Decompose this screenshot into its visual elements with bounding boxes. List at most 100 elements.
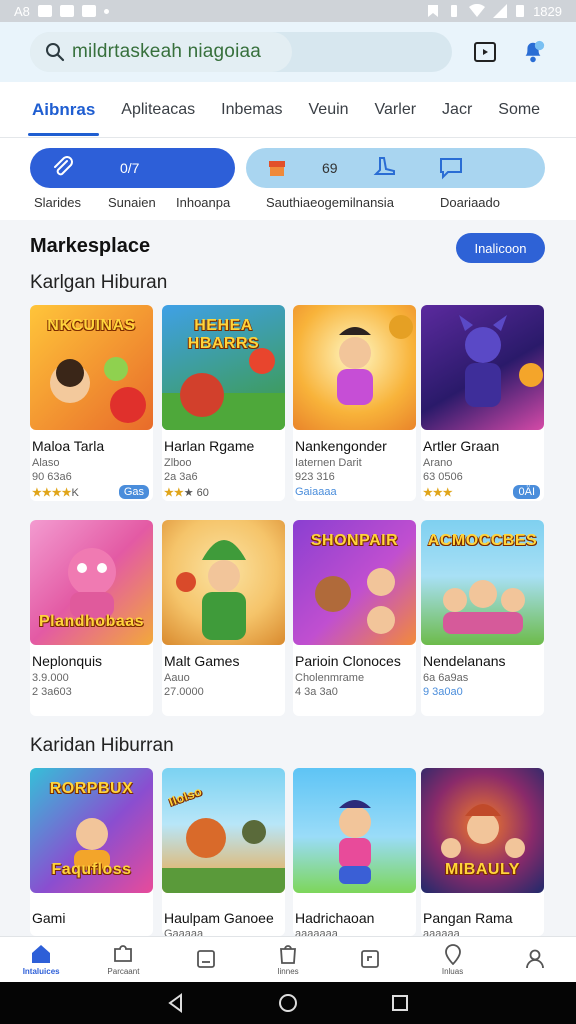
game-artwork: HEHEA HBARRS [162, 305, 285, 430]
game-artwork: Plandhobaas [30, 520, 153, 645]
game-card[interactable]: Ilolso Haulpam Ganoee Gaaaaa [162, 768, 285, 940]
filter-count: 0/7 [120, 160, 140, 176]
profile-icon [525, 949, 544, 968]
art-title: Plandhobaas [38, 613, 145, 630]
pin-icon [444, 944, 461, 965]
art-title: HEHEA HBARRS [187, 317, 260, 352]
filter-count-secondary: 69 [322, 160, 338, 176]
game-artwork: RORPBUX Faqufloss [30, 768, 153, 893]
game-card[interactable]: Nankengonder Iaternen Darit 923 316 Gaia… [293, 305, 416, 501]
game-name: Parioin Clonoces [295, 653, 401, 669]
home-circle-icon[interactable] [277, 992, 299, 1014]
category-tabs: Aibnras Apliteacas Inbemas Veuin Varler … [0, 82, 576, 138]
game-extra: Gaiaaaa [295, 486, 337, 498]
game-card[interactable]: Malt Games Aauo 27.0000 [162, 520, 285, 716]
nav-label: Inluas [441, 967, 464, 976]
status-text: A8 [14, 3, 30, 19]
game-meta: 6a 6a9as [423, 672, 469, 684]
game-artwork: SHONPAIR [293, 520, 416, 645]
filter-pill-primary[interactable]: 0/7 [30, 148, 235, 188]
nav-profile[interactable] [494, 937, 576, 982]
recents-icon[interactable] [390, 993, 410, 1013]
game-card[interactable]: MIBAULY Pangan Rama aaaaaa [421, 768, 544, 940]
filter-pill-secondary[interactable]: 69 [246, 148, 545, 188]
game-card[interactable]: ACMOCCBES Nendelanans 6a 6a9as 9 3a0a0 [421, 520, 544, 716]
note-icon [196, 949, 215, 968]
game-rating: ★★★ 60 [164, 487, 209, 499]
status-left: A8 [14, 4, 109, 19]
nav-location[interactable]: Inluas [411, 937, 493, 982]
search-input[interactable]: mildrtaskeah niagoiaa [72, 41, 261, 63]
game-meta: 3.9.000 [32, 672, 69, 684]
game-card[interactable]: HEHEA HBARRS Harlan Rgame Zlboo 2a 3a6 ★… [162, 305, 285, 501]
game-stat: 90 63a6 [32, 471, 72, 483]
price-badge[interactable]: Gas [118, 485, 149, 499]
status-right: 1829 [427, 4, 562, 19]
filter-bar: 0/7 69 Slarides Sunaien Inhoanpa Sauthia… [0, 138, 576, 220]
nav-label: Intaluices [22, 967, 60, 976]
game-card[interactable]: Plandhobaas Neplonquis 3.9.000 2 3a603 [30, 520, 153, 716]
home-icon [32, 945, 51, 963]
nav-square[interactable] [329, 937, 411, 982]
filter-label-2[interactable]: Sunaien [108, 195, 156, 210]
game-artwork [421, 305, 544, 430]
gallery-icon [37, 5, 52, 17]
bottom-nav: Intaluices Parcaant Iinnes Inluas [0, 936, 576, 982]
game-name: Maloa Tarla [32, 438, 105, 454]
tab-varler[interactable]: Varler [375, 82, 417, 138]
game-name: Pangan Rama [423, 910, 513, 926]
notification-icon [59, 5, 74, 17]
nav-note[interactable] [165, 937, 247, 982]
tab-some[interactable]: Some [498, 82, 540, 138]
game-meta: Zlboo [164, 457, 192, 469]
marketplace-button[interactable]: Inalicoon [456, 233, 545, 263]
bag-icon [280, 945, 296, 964]
tab-aibnras[interactable]: Aibnras [27, 82, 100, 138]
filter-label-5[interactable]: Doariaado [440, 195, 500, 210]
game-name: Malt Games [164, 653, 240, 669]
search-icon [46, 43, 65, 62]
game-card[interactable]: SHONPAIR Parioin Clonoces Cholenmrame 4 … [293, 520, 416, 716]
game-stat: 9 3a0a0 [423, 686, 463, 698]
wifi-icon [469, 4, 486, 17]
game-name: Nankengonder [295, 438, 387, 454]
square-icon [361, 949, 380, 968]
game-card[interactable]: RORPBUX Faqufloss Gami [30, 768, 153, 936]
filter-label-3[interactable]: Inhoanpa [176, 195, 230, 210]
game-name: Artler Graan [423, 438, 500, 454]
nav-label: Iinnes [277, 967, 299, 976]
search-bar[interactable]: mildrtaskeah niagoiaa [30, 32, 452, 72]
game-artwork: Ilolso [162, 768, 285, 893]
signal-icon [493, 4, 508, 18]
game-artwork [293, 768, 416, 893]
nav-bag[interactable]: Iinnes [247, 937, 329, 982]
price-badge[interactable]: 0ÄI [513, 485, 540, 499]
boot-icon [373, 157, 395, 175]
search-input-wrap[interactable]: mildrtaskeah niagoiaa [30, 32, 292, 72]
game-name: Nendelanans [423, 653, 506, 669]
nav-puzzle[interactable]: Parcaant [82, 937, 164, 982]
game-card[interactable]: Hadrichaoan aaaaaaa [293, 768, 416, 940]
game-artwork [293, 305, 416, 430]
notifications-button[interactable] [520, 39, 546, 65]
game-card[interactable]: NKCUINAS Maloa Tarla Alaso 90 63a6 ★★★★K… [30, 305, 153, 501]
tab-inbemas[interactable]: Inbemas [221, 82, 282, 138]
tab-apliteacas[interactable]: Apliteacas [121, 82, 195, 138]
game-meta: Aauo [164, 672, 190, 684]
cast-button[interactable] [472, 39, 498, 65]
nav-home[interactable]: Intaluices [0, 937, 82, 982]
dot-icon [103, 8, 109, 14]
filter-label-1[interactable]: Slarides [34, 195, 81, 210]
game-card[interactable]: Artler Graan Arano 63 0506 ★★★ 0ÄI [421, 305, 544, 501]
game-stat: 63 0506 [423, 471, 463, 483]
game-artwork: MIBAULY [421, 768, 544, 893]
section-title-1: Karlgan Hiburan [30, 272, 168, 293]
filter-label-4[interactable]: Sauthiaeogemilnansia [266, 195, 394, 210]
chat-icon [439, 158, 462, 180]
tab-veuin[interactable]: Veuin [309, 82, 349, 138]
back-icon[interactable] [166, 993, 186, 1013]
tab-jacr[interactable]: Jacr [442, 82, 472, 138]
marketplace-title: Markesplace [30, 235, 151, 257]
game-meta: Iaternen Darit [295, 457, 362, 469]
game-stat: 2 3a603 [32, 686, 72, 698]
